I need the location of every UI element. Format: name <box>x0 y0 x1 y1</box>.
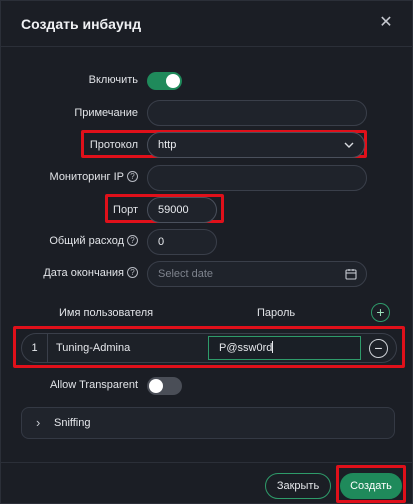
total-traffic-label-text: Общий расход <box>49 235 124 247</box>
close-button[interactable]: Закрыть <box>265 473 331 499</box>
monitor-ip-label-text: Мониторинг IP <box>49 171 124 183</box>
table-row: 1 Tuning-Admina P@ssw0rd <box>21 333 397 363</box>
password-value: P@ssw0rd <box>219 342 273 354</box>
expiry-label: Дата окончания? <box>0 267 138 279</box>
enable-toggle[interactable] <box>147 72 182 90</box>
username-column-header: Имя пользователя <box>59 307 154 319</box>
row-index: 1 <box>22 334 48 362</box>
total-traffic-input[interactable]: 0 <box>147 229 217 255</box>
close-icon[interactable]: ✕ <box>376 13 396 33</box>
help-icon[interactable]: ? <box>127 171 138 182</box>
create-button[interactable]: Создать <box>340 473 402 499</box>
protocol-select[interactable]: http <box>147 132 365 158</box>
calendar-icon <box>345 269 357 280</box>
chevron-down-icon <box>344 142 354 148</box>
expiry-date-picker[interactable]: Select date <box>147 261 367 287</box>
footer-divider <box>1 462 413 463</box>
enable-label: Включить <box>88 74 138 86</box>
port-label: Порт <box>113 204 138 216</box>
note-input[interactable] <box>147 100 367 126</box>
text-cursor <box>272 341 274 353</box>
allow-transparent-label: Allow Transparent <box>49 379 138 391</box>
username-input[interactable]: Tuning-Admina <box>56 334 130 362</box>
sniffing-label: Sniffing <box>54 417 91 429</box>
dialog-title: Создать инбаунд <box>21 16 142 32</box>
password-column-header: Пароль <box>257 307 296 319</box>
protocol-label: Протокол <box>89 139 138 151</box>
note-label: Примечание <box>74 107 138 119</box>
help-icon[interactable]: ? <box>127 235 138 246</box>
allow-transparent-toggle[interactable] <box>147 377 182 395</box>
sniffing-collapse[interactable]: › Sniffing <box>21 407 395 439</box>
create-inbound-dialog: Создать инбаунд ✕ Включить Примечание Пр… <box>0 0 413 504</box>
monitor-ip-input[interactable] <box>147 165 367 191</box>
dialog-header: Создать инбаунд ✕ <box>1 1 413 47</box>
total-traffic-label: Общий расход? <box>0 235 138 247</box>
toggle-knob <box>166 74 180 88</box>
toggle-knob <box>149 379 163 393</box>
expiry-placeholder: Select date <box>158 268 214 280</box>
protocol-value: http <box>158 139 177 151</box>
help-icon[interactable]: ? <box>127 267 138 278</box>
remove-user-button[interactable]: − <box>369 339 388 358</box>
password-input[interactable]: P@ssw0rd <box>208 336 361 360</box>
add-user-button[interactable]: + <box>371 303 390 322</box>
expiry-label-text: Дата окончания <box>43 267 124 279</box>
monitor-ip-label: Мониторинг IP? <box>0 171 138 183</box>
port-input[interactable]: 59000 <box>147 197 217 223</box>
chevron-right-icon: › <box>36 415 41 430</box>
